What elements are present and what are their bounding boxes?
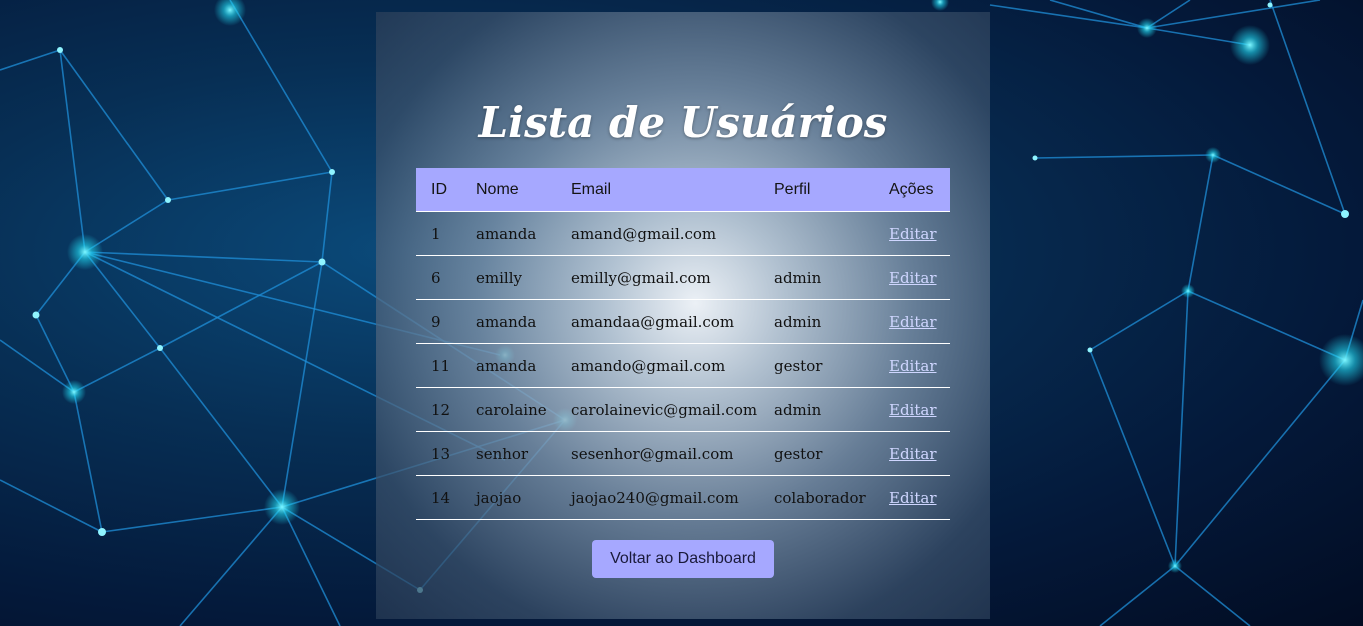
cell-id: 13	[416, 431, 461, 476]
edit-link[interactable]: Editar	[889, 269, 937, 287]
table-row: 6 emilly emilly@gmail.com admin Editar	[416, 255, 950, 300]
cell-perfil: gestor	[759, 343, 874, 388]
cell-acoes: Editar	[874, 211, 950, 256]
cell-email: carolainevic@gmail.com	[556, 387, 759, 432]
cell-id: 14	[416, 475, 461, 520]
cell-acoes: Editar	[874, 475, 950, 520]
header-perfil: Perfil	[759, 168, 874, 212]
table-row: 13 senhor sesenhor@gmail.com gestor Edit…	[416, 431, 950, 476]
cell-acoes: Editar	[874, 431, 950, 476]
table-row: 9 amanda amandaa@gmail.com admin Editar	[416, 299, 950, 344]
cell-nome: amanda	[461, 211, 556, 256]
cell-acoes: Editar	[874, 255, 950, 300]
cell-email: sesenhor@gmail.com	[556, 431, 759, 476]
header-id: ID	[416, 168, 461, 212]
page-title: Lista de Usuários	[478, 98, 888, 147]
cell-nome: emilly	[461, 255, 556, 300]
edit-link[interactable]: Editar	[889, 313, 937, 331]
cell-perfil: admin	[759, 299, 874, 344]
table-header-row: ID Nome Email Perfil Ações	[416, 168, 950, 212]
edit-link[interactable]: Editar	[889, 489, 937, 507]
users-table: ID Nome Email Perfil Ações 1 amanda aman…	[416, 168, 950, 520]
user-list-panel: Lista de Usuários ID Nome Email Perfil A…	[376, 12, 990, 619]
edit-link[interactable]: Editar	[889, 357, 937, 375]
edit-link[interactable]: Editar	[889, 445, 937, 463]
header-email: Email	[556, 168, 759, 212]
cell-perfil	[759, 211, 874, 256]
table-row: 1 amanda amand@gmail.com Editar	[416, 211, 950, 256]
cell-perfil: gestor	[759, 431, 874, 476]
cell-perfil: admin	[759, 387, 874, 432]
table-row: 12 carolaine carolainevic@gmail.com admi…	[416, 387, 950, 432]
cell-email: amandaa@gmail.com	[556, 299, 759, 344]
cell-email: jaojao240@gmail.com	[556, 475, 759, 520]
cell-acoes: Editar	[874, 387, 950, 432]
cell-nome: jaojao	[461, 475, 556, 520]
cell-nome: amanda	[461, 299, 556, 344]
cell-id: 6	[416, 255, 461, 300]
cell-id: 9	[416, 299, 461, 344]
edit-link[interactable]: Editar	[889, 401, 937, 419]
table-row: 14 jaojao jaojao240@gmail.com colaborado…	[416, 475, 950, 520]
cell-id: 1	[416, 211, 461, 256]
cell-perfil: admin	[759, 255, 874, 300]
cell-nome: senhor	[461, 431, 556, 476]
cell-email: amand@gmail.com	[556, 211, 759, 256]
table-row: 11 amanda amando@gmail.com gestor Editar	[416, 343, 950, 388]
header-nome: Nome	[461, 168, 556, 212]
cell-perfil: colaborador	[759, 475, 874, 520]
header-acoes: Ações	[874, 168, 950, 212]
cell-acoes: Editar	[874, 343, 950, 388]
edit-link[interactable]: Editar	[889, 225, 937, 243]
cell-id: 12	[416, 387, 461, 432]
cell-email: amando@gmail.com	[556, 343, 759, 388]
back-to-dashboard-button[interactable]: Voltar ao Dashboard	[592, 540, 774, 578]
cell-id: 11	[416, 343, 461, 388]
cell-nome: amanda	[461, 343, 556, 388]
cell-nome: carolaine	[461, 387, 556, 432]
cell-email: emilly@gmail.com	[556, 255, 759, 300]
cell-acoes: Editar	[874, 299, 950, 344]
